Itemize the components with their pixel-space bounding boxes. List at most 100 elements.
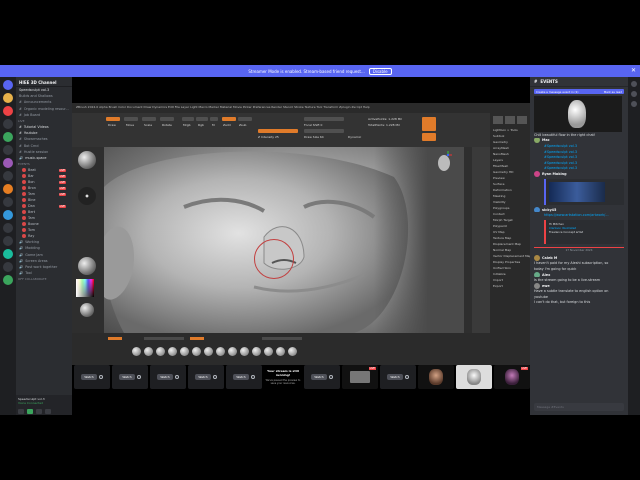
new-messages-banner[interactable]: Create a message event in (1) Mark as rea… <box>534 89 624 94</box>
magnify-icon[interactable] <box>136 375 141 379</box>
tool-thumbnail[interactable] <box>517 116 527 124</box>
stream-tile[interactable]: Watch <box>188 365 224 389</box>
watch-button[interactable]: Watch <box>387 374 403 380</box>
brush-icon[interactable] <box>132 347 141 356</box>
focal-slider[interactable] <box>304 117 344 121</box>
bottom-slider[interactable] <box>108 337 122 340</box>
message-input[interactable]: Message #Events <box>534 403 624 411</box>
scale-button[interactable] <box>142 117 156 121</box>
bottom-slider[interactable] <box>262 337 302 340</box>
magnify-icon[interactable] <box>98 375 103 379</box>
chat-link[interactable]: https://www.artstation.com/artwork/... <box>530 212 628 218</box>
brush-icon[interactable] <box>252 347 261 356</box>
tool-thumbnail[interactable] <box>493 116 503 124</box>
stream-tile[interactable]: Watch <box>112 365 148 389</box>
m-button[interactable] <box>210 117 218 121</box>
brush-icon[interactable] <box>216 347 225 356</box>
chat-author[interactable]: Ryan Moking <box>530 171 628 177</box>
subtool-button-2[interactable] <box>422 133 436 141</box>
server-icon[interactable] <box>3 249 13 259</box>
stream-tile[interactable]: Watch <box>150 365 186 389</box>
magnify-icon[interactable] <box>250 375 255 379</box>
move-button[interactable] <box>124 117 138 121</box>
server-icon[interactable] <box>3 236 13 246</box>
magnify-icon[interactable] <box>212 375 217 379</box>
zbrush-menu-bar[interactable]: ZBrush 2024.0 Alpha Brush Color Document… <box>72 103 530 113</box>
brush-icon[interactable] <box>192 347 201 356</box>
add-server-icon[interactable] <box>3 275 13 285</box>
watch-button[interactable]: Watch <box>81 374 97 380</box>
magnify-icon[interactable] <box>328 375 333 379</box>
category-offline[interactable]: OFF COLLABORATE <box>16 276 72 282</box>
brush-icon[interactable] <box>264 347 273 356</box>
rgb-button[interactable] <box>196 117 208 121</box>
zintensity-slider[interactable] <box>258 129 298 133</box>
watch-button[interactable]: Watch <box>195 374 211 380</box>
brush-icon[interactable] <box>156 347 165 356</box>
server-name[interactable]: HIEE 3D Channel <box>16 77 72 87</box>
server-icon[interactable] <box>3 262 13 272</box>
webcam-tile[interactable] <box>418 365 454 389</box>
stream-preview-tile[interactable]: LIVE <box>342 365 378 389</box>
mrgb-button[interactable] <box>182 117 194 121</box>
server-icon[interactable] <box>3 223 13 233</box>
webcam-tile[interactable]: LIVE <box>494 365 530 389</box>
server-icon[interactable] <box>3 210 13 220</box>
server-icon[interactable] <box>3 106 13 116</box>
server-icon[interactable] <box>3 171 13 181</box>
bottom-slider[interactable] <box>144 337 184 340</box>
brush-icon[interactable] <box>204 347 213 356</box>
server-icon[interactable] <box>3 93 13 103</box>
stream-tile[interactable]: Watch <box>74 365 110 389</box>
server-icon[interactable] <box>3 197 13 207</box>
bottom-slider[interactable] <box>190 337 204 340</box>
brush-icon[interactable] <box>180 347 189 356</box>
disable-button[interactable]: Disable <box>368 67 392 75</box>
camera-icon[interactable] <box>18 409 24 414</box>
subtool-button[interactable] <box>422 117 436 131</box>
video-embed[interactable] <box>544 178 624 205</box>
zbrush-canvas[interactable] <box>104 147 464 333</box>
server-icon[interactable] <box>3 158 13 168</box>
brush-icon[interactable] <box>144 347 153 356</box>
brush-icon[interactable] <box>168 347 177 356</box>
link-embed[interactable]: Hi Mitchen Clarkson Illustrated Freelanc… <box>544 219 624 244</box>
watch-button[interactable]: Watch <box>119 374 135 380</box>
mark-read-button[interactable]: Mark as read <box>604 90 622 94</box>
tool-thumbnail[interactable] <box>505 116 515 124</box>
webcam-tile[interactable] <box>456 365 492 389</box>
member-icon[interactable] <box>631 101 637 107</box>
watch-button[interactable]: Watch <box>311 374 327 380</box>
watch-button[interactable]: Watch <box>233 374 249 380</box>
brush-thumbnail[interactable] <box>78 151 96 169</box>
server-icon[interactable] <box>3 119 13 129</box>
server-icon[interactable] <box>3 132 13 142</box>
shared-image[interactable] <box>534 96 622 132</box>
stream-tile[interactable]: Watch <box>304 365 340 389</box>
color-picker[interactable] <box>76 279 94 297</box>
activity-icon[interactable] <box>36 409 42 414</box>
draw-size-slider[interactable] <box>304 129 344 133</box>
zadd-button[interactable] <box>222 117 236 121</box>
material-thumbnail[interactable] <box>78 257 96 275</box>
brush-icon[interactable] <box>228 347 237 356</box>
dynamic-label[interactable]: Dynamic <box>348 135 361 139</box>
stream-tile[interactable]: Watch <box>380 365 416 389</box>
brush-icon[interactable] <box>276 347 285 356</box>
material-sphere[interactable] <box>80 303 94 317</box>
draw-button[interactable] <box>106 117 120 121</box>
stream-tile[interactable]: Watch <box>226 365 262 389</box>
rotate-button[interactable] <box>160 117 174 121</box>
member-icon[interactable] <box>631 91 637 97</box>
tray-item[interactable]: Export <box>490 283 530 289</box>
disconnect-icon[interactable] <box>45 409 51 414</box>
magnify-icon[interactable] <box>174 375 179 379</box>
zsub-button[interactable] <box>238 117 252 121</box>
screen-share-icon[interactable] <box>27 409 33 414</box>
watch-button[interactable]: Watch <box>157 374 173 380</box>
magnify-icon[interactable] <box>404 375 409 379</box>
brush-icon[interactable] <box>288 347 297 356</box>
stroke-thumbnail[interactable] <box>78 187 96 205</box>
home-icon[interactable] <box>3 80 13 90</box>
close-icon[interactable]: ✕ <box>631 67 636 74</box>
